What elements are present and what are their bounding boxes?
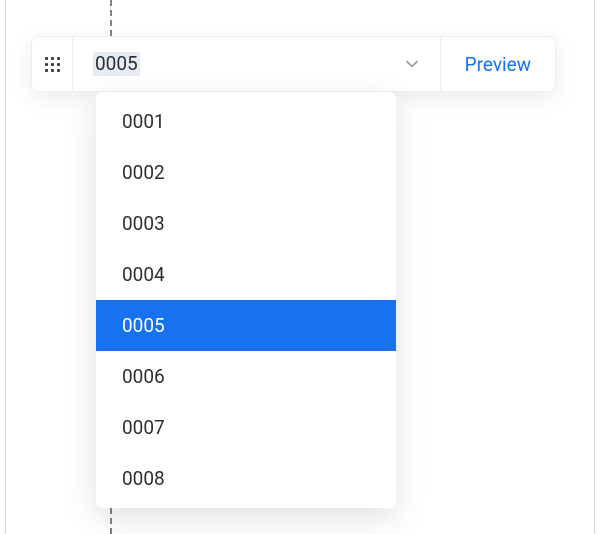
dropdown-item-label: 0002 (122, 161, 165, 184)
number-select[interactable]: 0005 (73, 37, 440, 91)
number-dropdown: 0001 0002 0003 0004 0005 0006 0007 0008 (96, 92, 396, 508)
dropdown-item[interactable]: 0005 (96, 300, 396, 351)
drag-handle-wrap[interactable] (32, 37, 73, 91)
dropdown-item-label: 0003 (122, 212, 165, 235)
dropdown-item[interactable]: 0001 (96, 96, 396, 147)
field-toolbar: 0005 Preview (31, 36, 556, 92)
dropdown-item[interactable]: 0003 (96, 198, 396, 249)
dropdown-item[interactable]: 0004 (96, 249, 396, 300)
drag-handle-icon (45, 57, 60, 72)
dropdown-item[interactable]: 0002 (96, 147, 396, 198)
preview-wrap: Preview (440, 37, 555, 91)
preview-button[interactable]: Preview (465, 53, 531, 76)
dropdown-item-label: 0006 (122, 365, 165, 388)
editor-canvas: 0005 Preview 000100020003000400050006000… (0, 0, 600, 534)
dropdown-item-label: 0007 (122, 416, 165, 439)
dropdown-item[interactable]: 0008 (96, 453, 396, 504)
chevron-down-icon (402, 54, 422, 74)
dropdown-item-label: 0008 (122, 467, 165, 490)
dropdown-item[interactable]: 0007 (96, 402, 396, 453)
dropdown-item-label: 0004 (122, 263, 165, 286)
dropdown-item-label: 0001 (122, 110, 165, 133)
dropdown-item[interactable]: 0006 (96, 351, 396, 402)
dropdown-item-label: 0005 (122, 314, 165, 337)
number-select-value: 0005 (93, 52, 140, 77)
